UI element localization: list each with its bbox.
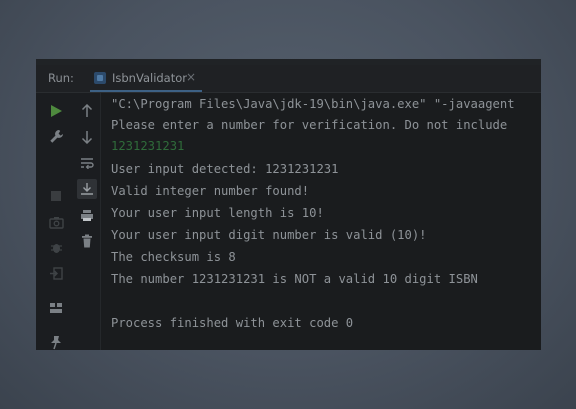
console-line: Your user input length is 10! <box>111 206 324 220</box>
scroll-down-icon[interactable] <box>79 129 95 145</box>
run-toolbar-left <box>36 93 75 350</box>
bug-icon[interactable] <box>48 239 64 255</box>
console-line: "C:\Program Files\Java\jdk-19\bin\java.e… <box>111 97 515 111</box>
close-icon[interactable]: × <box>186 70 196 84</box>
tab-isbnvalidator[interactable]: IsbnValidator × <box>90 65 202 92</box>
layout-icon[interactable] <box>48 300 64 316</box>
pin-icon[interactable] <box>48 334 64 350</box>
scroll-to-end-icon[interactable] <box>77 179 97 199</box>
print-icon[interactable] <box>79 207 95 223</box>
console-line: The number 1231231231 is NOT a valid 10 … <box>111 272 478 286</box>
run-tab-bar: Run: IsbnValidator × <box>36 65 541 93</box>
camera-icon[interactable] <box>48 214 64 230</box>
exit-icon[interactable] <box>48 265 64 281</box>
console-line: Process finished with exit code 0 <box>111 316 354 330</box>
scroll-up-icon[interactable] <box>79 103 95 119</box>
run-label: Run: <box>48 71 74 85</box>
console-line: User input detected: 1231231231 <box>111 162 339 176</box>
console-line: Please enter a number for verification. … <box>111 118 508 132</box>
console-line: The checksum is 8 <box>111 250 236 264</box>
run-tool-window: Run: IsbnValidator × "C:\Program Files\J… <box>36 59 541 350</box>
java-class-icon <box>94 72 106 84</box>
soft-wrap-icon[interactable] <box>79 155 95 171</box>
wrench-icon[interactable] <box>48 128 64 144</box>
run-icon[interactable] <box>48 103 64 119</box>
console-line: Your user input digit number is valid (1… <box>111 228 427 242</box>
tab-title: IsbnValidator <box>112 71 188 85</box>
console-user-input: 1231231231 <box>111 139 185 153</box>
stop-icon[interactable] <box>48 188 64 204</box>
console-output[interactable]: "C:\Program Files\Java\jdk-19\bin\java.e… <box>100 93 541 350</box>
console-toolbar <box>74 93 101 350</box>
console-line: Valid integer number found! <box>111 184 310 198</box>
trash-icon[interactable] <box>79 233 95 249</box>
